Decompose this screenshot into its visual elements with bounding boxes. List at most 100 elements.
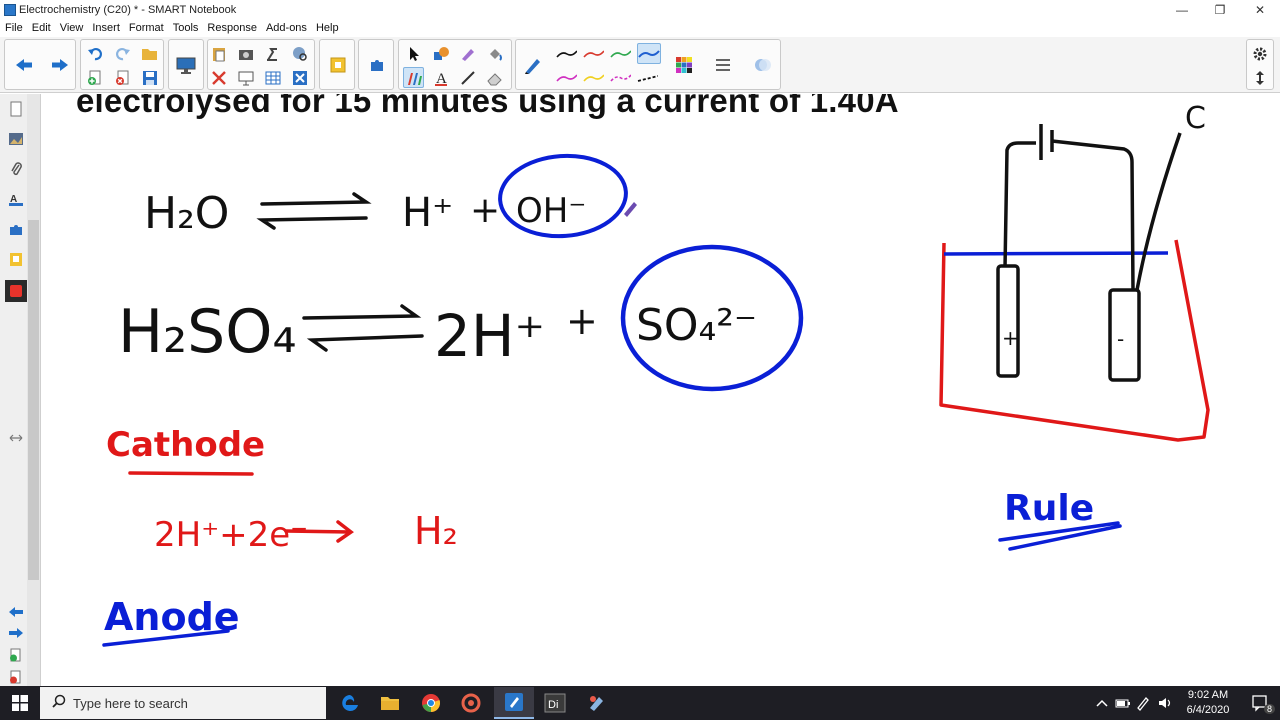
- document-camera-icon[interactable]: [262, 43, 283, 64]
- menu-tools[interactable]: Tools: [173, 22, 199, 34]
- pen-properties-icon[interactable]: [522, 54, 543, 75]
- pen-preset-black-line-icon[interactable]: [556, 43, 577, 64]
- color-palette-icon[interactable]: [673, 54, 694, 75]
- transparency-icon[interactable]: [752, 54, 773, 75]
- text-tool-icon[interactable]: A: [430, 67, 451, 88]
- gallery-tab-icon[interactable]: [5, 128, 27, 150]
- gear-icon[interactable]: [1249, 43, 1270, 64]
- menu-response[interactable]: Response: [207, 22, 257, 34]
- show-hidden-icons-chevron-icon[interactable]: [1090, 687, 1114, 719]
- sidebar-resize-icon[interactable]: [5, 427, 27, 449]
- sticky-note-icon[interactable]: [327, 54, 348, 75]
- line-tool-icon[interactable]: [457, 67, 478, 88]
- line-style-icon[interactable]: [712, 54, 733, 75]
- side-tab-bar: A: [0, 94, 41, 686]
- title-bar: Electrochemistry (C20) * - SMART Noteboo…: [0, 0, 1280, 20]
- pen-preset-red-line-icon[interactable]: [583, 43, 604, 64]
- menu-file[interactable]: File: [5, 22, 23, 34]
- menu-view[interactable]: View: [60, 22, 84, 34]
- shapes-icon[interactable]: [430, 43, 451, 64]
- puzzle-addon-icon[interactable]: [366, 54, 387, 75]
- menu-insert[interactable]: Insert: [92, 22, 120, 34]
- page-sorter-tab-icon[interactable]: [5, 98, 27, 120]
- menu-add-ons[interactable]: Add-ons: [266, 22, 307, 34]
- edge-browser-icon[interactable]: [330, 687, 370, 719]
- properties-tab-icon[interactable]: A: [5, 188, 27, 210]
- pen-preset-magenta-dashed-icon[interactable]: [610, 67, 631, 88]
- sidebar-add-page-icon[interactable]: [5, 644, 27, 666]
- volume-icon[interactable]: [1154, 687, 1176, 719]
- pen-preset-black-dashed-icon[interactable]: [637, 67, 658, 88]
- notebook-page-canvas[interactable]: electrolysed for 15 minutes using a curr…: [42, 94, 1280, 686]
- sidebar-scroll-thumb[interactable]: [28, 220, 39, 580]
- toolbar-settings-group: [1246, 39, 1274, 90]
- file-explorer-icon[interactable]: [370, 687, 410, 719]
- cathode-reaction-reactants: 2H⁺+2e⁻: [154, 515, 308, 555]
- chrome-browser-icon[interactable]: [411, 687, 451, 719]
- sidebar-next-page-icon[interactable]: [5, 622, 27, 644]
- fill-icon[interactable]: [484, 43, 505, 64]
- attachments-tab-icon[interactable]: [5, 158, 27, 180]
- eq1-left-water: H₂O: [144, 188, 229, 239]
- pens-tool-icon[interactable]: [403, 67, 424, 88]
- pen-preset-blue-line-icon[interactable]: [637, 43, 661, 64]
- notification-count-badge: 8: [1264, 704, 1276, 714]
- recording-app-icon[interactable]: [451, 687, 491, 719]
- open-file-icon[interactable]: [139, 43, 160, 64]
- toolbar-pen-presets-group: [515, 39, 781, 90]
- creative-pen-icon[interactable]: [457, 43, 478, 64]
- system-clock[interactable]: 9:02 AM 6/4/2020: [1178, 688, 1238, 718]
- move-toolbar-icon[interactable]: [1249, 67, 1270, 88]
- eq2-sulfate-ion: SO₄²⁻: [636, 300, 757, 351]
- screen-capture-icon[interactable]: [235, 43, 256, 64]
- clear-page-icon[interactable]: [208, 67, 229, 88]
- windows-taskbar: Type here to search Di 9:02 AM 6/4/2020 …: [0, 686, 1280, 720]
- taskbar-search-box[interactable]: Type here to search: [40, 687, 326, 719]
- menu-bar: File Edit View Insert Format Tools Respo…: [0, 20, 1280, 36]
- next-page-arrow-icon[interactable]: [49, 54, 70, 75]
- undo-icon[interactable]: [84, 43, 105, 64]
- pen-preset-yellow-line-icon[interactable]: [583, 67, 604, 88]
- close-button[interactable]: ✕: [1240, 0, 1280, 20]
- restore-button[interactable]: ❐: [1200, 0, 1240, 20]
- pen-tablet-icon[interactable]: [1132, 687, 1154, 719]
- menu-format[interactable]: Format: [129, 22, 164, 34]
- cathode-reaction-product: H₂: [414, 509, 458, 553]
- menu-help[interactable]: Help: [316, 22, 339, 34]
- paint-app-icon[interactable]: [577, 687, 617, 719]
- minimize-button[interactable]: —: [1162, 0, 1202, 20]
- screen-shade-icon[interactable]: [175, 54, 196, 75]
- paste-icon[interactable]: [208, 43, 229, 64]
- pen-preset-magenta-line-icon[interactable]: [556, 67, 577, 88]
- insert-table-icon[interactable]: [262, 67, 283, 88]
- sidebar-previous-page-icon[interactable]: [5, 601, 27, 623]
- di-app-icon[interactable]: Di: [535, 687, 575, 719]
- handwritten-ink-layer: H₂O H⁺ + OH⁻ H₂SO₄ 2H⁺ + SO₄²⁻ Cathode 2…: [102, 101, 1210, 647]
- previous-page-arrow-icon[interactable]: [13, 54, 34, 75]
- save-icon[interactable]: [139, 67, 160, 88]
- windows-start-icon[interactable]: [0, 687, 40, 719]
- lesson-activity-tab-icon[interactable]: [5, 248, 27, 270]
- redo-icon[interactable]: [112, 43, 133, 64]
- battery-icon[interactable]: [1112, 687, 1134, 719]
- eq1-hydroxide-ion: OH⁻: [516, 191, 586, 231]
- notification-center-icon[interactable]: 8: [1240, 687, 1280, 719]
- addons-tab-icon[interactable]: [5, 218, 27, 240]
- right-wire: [1051, 139, 1135, 291]
- select-arrow-icon[interactable]: [403, 43, 424, 64]
- eq1-plus-sign: +: [470, 190, 500, 231]
- svg-text:Di: Di: [548, 699, 558, 711]
- record-tab-icon[interactable]: [5, 280, 27, 302]
- search-icon: [52, 694, 66, 713]
- menu-edit[interactable]: Edit: [32, 22, 51, 34]
- smart-notebook-taskbar-icon[interactable]: [494, 687, 534, 719]
- beaker-outline: [939, 239, 1210, 442]
- presentation-mode-icon[interactable]: [235, 67, 256, 88]
- close-tab-icon[interactable]: [289, 67, 310, 88]
- gallery-search-icon[interactable]: [289, 43, 310, 64]
- add-page-icon[interactable]: [84, 67, 105, 88]
- pen-preset-green-line-icon[interactable]: [610, 43, 631, 64]
- delete-page-icon[interactable]: [112, 67, 133, 88]
- sidebar-delete-page-icon[interactable]: [5, 666, 27, 688]
- eraser-icon[interactable]: [484, 67, 505, 88]
